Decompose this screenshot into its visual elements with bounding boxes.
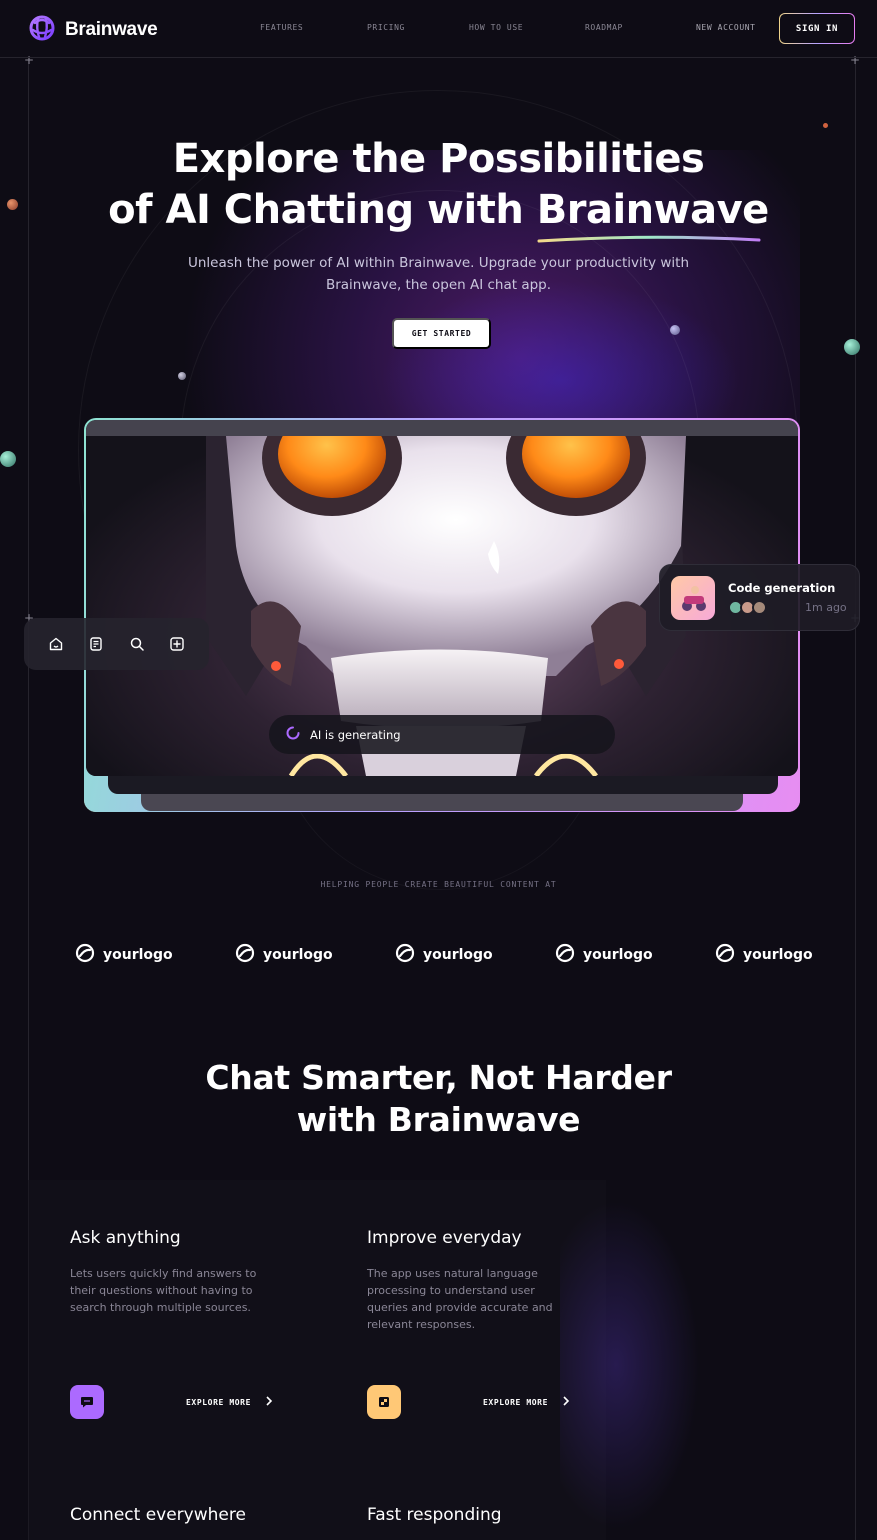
- feature-title-fast-responding: Fast responding: [367, 1505, 502, 1525]
- feature-text-ask-anything: Lets users quickly find answers to their…: [70, 1267, 257, 1314]
- nav-pricing[interactable]: PRICING: [367, 23, 405, 32]
- avatar: [752, 600, 767, 615]
- brand-logo-text: yourlogo: [263, 947, 333, 963]
- code-generation-title: Code generation: [728, 581, 836, 595]
- hero-title-line1: Explore the Possibilities: [172, 136, 705, 182]
- yourlogo-icon: [75, 943, 95, 967]
- brand-logo-item: yourlogo: [395, 943, 493, 967]
- planet-dot: [178, 372, 186, 380]
- collaborator-avatars: [728, 600, 767, 615]
- puzzle-icon: [367, 1385, 401, 1419]
- chat-icon: [70, 1385, 104, 1419]
- brand-logo[interactable]: Brainwave: [27, 13, 158, 47]
- home-icon[interactable]: [45, 633, 67, 655]
- preview-stack-layer: [141, 794, 743, 811]
- explore-more-link[interactable]: EXPLORE MORE: [483, 1396, 570, 1408]
- hero-title: Explore the Possibilities of AI Chatting…: [0, 134, 877, 243]
- brand-logo-item: yourlogo: [75, 943, 173, 967]
- feature-title-connect-everywhere: Connect everywhere: [70, 1505, 246, 1525]
- brand-logo-text: yourlogo: [103, 947, 173, 963]
- chevron-right-icon: [562, 1396, 570, 1408]
- planet-dot: [823, 123, 828, 128]
- brand-logo-text: yourlogo: [743, 947, 813, 963]
- document-icon[interactable]: [85, 633, 107, 655]
- chevron-right-icon: [265, 1396, 273, 1408]
- explore-more-link[interactable]: EXPLORE MORE: [186, 1396, 273, 1408]
- nav-roadmap[interactable]: ROADMAP: [585, 23, 623, 32]
- explore-more-label: EXPLORE MORE: [483, 1397, 548, 1407]
- hero-title-highlight-wrap: Brainwave: [536, 185, 770, 243]
- planet-dot: [844, 339, 860, 355]
- preview-titlebar: [86, 420, 798, 436]
- hero-title-highlight: Brainwave: [536, 187, 770, 233]
- nav-how-to-use[interactable]: HOW TO USE: [469, 23, 523, 32]
- feature-title-improve-everyday: Improve everyday: [367, 1228, 522, 1248]
- planet-dot: [0, 451, 16, 467]
- planet-dot: [670, 325, 680, 335]
- ai-status-text: AI is generating: [310, 727, 401, 742]
- features-title-line1: Chat Smarter, Not Harder: [205, 1058, 672, 1097]
- brain-logo-icon: [27, 13, 57, 47]
- code-generation-time: 1m ago: [805, 601, 847, 614]
- plus-square-icon[interactable]: [166, 633, 188, 655]
- ai-status-pill: AI is generating: [269, 715, 615, 754]
- brand-logo-item: yourlogo: [235, 943, 333, 967]
- explore-more-label: EXPLORE MORE: [186, 1397, 251, 1407]
- features-title: Chat Smarter, Not Harder with Brainwave: [0, 1057, 877, 1141]
- brand-logo-text: yourlogo: [423, 947, 493, 963]
- frame-line-right: [855, 58, 856, 1540]
- brands-label: HELPING PEOPLE CREATE BEAUTIFUL CONTENT …: [320, 880, 557, 889]
- brand-logo-item: yourlogo: [715, 943, 813, 967]
- gradient-underline: [537, 235, 761, 243]
- hero-subtitle: Unleash the power of AI within Brainwave…: [187, 255, 690, 293]
- floating-toolbar: [24, 618, 209, 670]
- preview-stack-layer: [108, 776, 778, 794]
- code-generation-card[interactable]: Code generation 1m ago: [659, 564, 860, 631]
- brand-name: Brainwave: [65, 19, 158, 40]
- new-account-link[interactable]: NEW ACCOUNT: [696, 23, 756, 32]
- yourlogo-icon: [555, 943, 575, 967]
- features-title-line2: with Brainwave: [296, 1100, 581, 1139]
- loading-spinner-icon: [286, 726, 300, 743]
- features-glow: [560, 1200, 700, 1530]
- feature-text-improve-everyday: The app uses natural language processing…: [367, 1267, 553, 1331]
- hero-title-line2: of AI Chatting with: [108, 187, 524, 233]
- nav-features[interactable]: FEATURES: [260, 23, 303, 32]
- sign-in-button[interactable]: SIGN IN: [779, 13, 855, 44]
- get-started-button[interactable]: GET STARTED: [392, 318, 491, 349]
- yourlogo-icon: [235, 943, 255, 967]
- yourlogo-icon: [715, 943, 735, 967]
- search-icon[interactable]: [126, 633, 148, 655]
- top-navigation: Brainwave FEATURES PRICING HOW TO USE RO…: [0, 0, 877, 58]
- brand-logo-item: yourlogo: [555, 943, 653, 967]
- code-generation-thumbnail: [671, 576, 715, 620]
- brand-logo-text: yourlogo: [583, 947, 653, 963]
- yourlogo-icon: [395, 943, 415, 967]
- feature-title-ask-anything: Ask anything: [70, 1228, 181, 1248]
